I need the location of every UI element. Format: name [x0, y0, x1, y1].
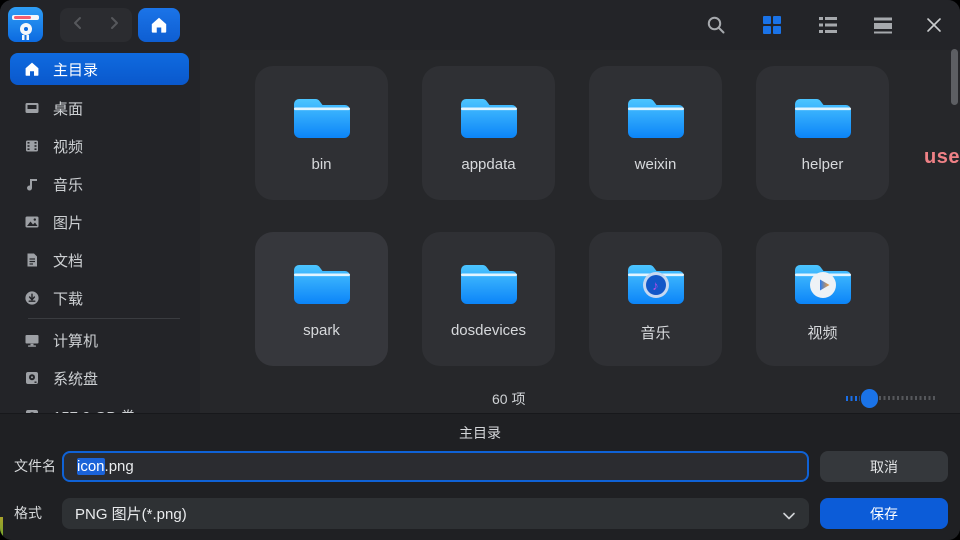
folder-icon	[291, 93, 353, 143]
watermark-use-text: use	[924, 146, 960, 169]
titlebar	[0, 0, 960, 50]
sidebar-item-desktop[interactable]: 桌面	[10, 92, 189, 124]
forward-icon[interactable]	[104, 13, 124, 38]
video-icon	[23, 138, 40, 155]
file-tile-appdata[interactable]: appdata	[422, 66, 555, 200]
file-grid: bin appdata weixin helper spark	[255, 66, 889, 366]
sidebar-item-label: 计算机	[53, 330, 98, 351]
nav-history-group	[60, 8, 132, 42]
file-tile-video-folder[interactable]: 视频	[756, 232, 889, 366]
file-name: weixin	[635, 156, 677, 173]
sidebar-item-label: 系统盘	[53, 368, 98, 389]
file-tile-helper[interactable]: helper	[756, 66, 889, 200]
file-tile-weixin[interactable]: weixin	[589, 66, 722, 200]
filename-selected-text: icon	[77, 458, 105, 475]
folder-icon	[792, 93, 854, 143]
home-icon	[150, 16, 168, 34]
format-label: 格式	[14, 498, 42, 529]
folder-icon	[458, 93, 520, 143]
file-tile-bin[interactable]: bin	[255, 66, 388, 200]
file-name: bin	[311, 156, 331, 173]
video-folder-icon	[792, 259, 854, 309]
sidebar-item-music[interactable]: 音乐	[10, 168, 189, 200]
filename-input[interactable]: icon.png	[62, 451, 809, 482]
sidebar-item-label: 文档	[53, 250, 83, 271]
picture-icon	[23, 214, 40, 231]
file-tile-dosdevices[interactable]: dosdevices	[422, 232, 555, 366]
document-icon	[23, 252, 40, 269]
computer-icon	[23, 332, 40, 349]
detail-view-icon[interactable]	[873, 15, 893, 35]
file-save-dialog-window: 主目录 桌面 视频 音乐 图片 文档 下载 计算机	[0, 0, 960, 540]
play-badge-icon	[810, 272, 836, 298]
sidebar-item-label: 157.9 GB 卷	[53, 406, 136, 414]
file-name: spark	[303, 322, 340, 339]
sidebar-divider	[28, 318, 180, 319]
sidebar-item-home[interactable]: 主目录	[10, 53, 189, 85]
scrollbar-thumb[interactable]	[951, 49, 958, 105]
filename-label: 文件名	[14, 451, 56, 482]
cancel-button[interactable]: 取消	[820, 451, 948, 482]
sidebar-item-system-disk[interactable]: 系统盘	[10, 362, 189, 394]
file-name: 视频	[807, 322, 837, 343]
disk-icon	[23, 370, 40, 387]
item-count-label: 60 项	[492, 389, 525, 409]
icon-size-slider[interactable]	[846, 388, 938, 408]
app-icon-band	[12, 15, 39, 20]
save-dialog-footer: 主目录 文件名 icon.png 取消 格式 PNG 图片(*.png) 保存	[0, 413, 960, 540]
filename-extension-text: .png	[105, 458, 134, 475]
search-icon[interactable]	[706, 15, 726, 35]
file-name: dosdevices	[451, 322, 526, 339]
sidebar-item-videos[interactable]: 视频	[10, 130, 189, 162]
format-value: PNG 图片(*.png)	[75, 503, 187, 524]
file-tile-music-folder[interactable]: ♪ 音乐	[589, 232, 722, 366]
sidebar-item-label: 视频	[53, 136, 83, 157]
file-name: 音乐	[640, 322, 670, 343]
slider-handle[interactable]	[861, 389, 878, 408]
home-icon	[23, 61, 40, 78]
desktop-icon	[23, 100, 40, 117]
chevron-down-icon	[782, 508, 796, 525]
folder-icon	[625, 93, 687, 143]
sidebar-item-downloads[interactable]: 下载	[10, 282, 189, 314]
slider-track-active	[846, 396, 860, 401]
sidebar-item-label: 图片	[53, 212, 83, 233]
close-icon[interactable]	[924, 15, 944, 35]
sidebar-item-label: 下载	[53, 288, 83, 309]
back-icon[interactable]	[68, 13, 88, 38]
music-icon	[23, 176, 40, 193]
watermark-artifact	[0, 517, 3, 536]
sidebar-item-volume[interactable]: 157.9 GB 卷	[10, 400, 189, 413]
list-view-icon[interactable]	[818, 15, 838, 35]
music-folder-icon: ♪	[625, 259, 687, 309]
format-select[interactable]: PNG 图片(*.png)	[62, 498, 809, 529]
sidebar: 主目录 桌面 视频 音乐 图片 文档 下载 计算机	[0, 50, 200, 413]
home-button[interactable]	[138, 8, 180, 42]
slider-track	[879, 396, 936, 400]
sidebar-item-documents[interactable]: 文档	[10, 244, 189, 276]
file-name: helper	[802, 156, 844, 173]
folder-icon	[291, 259, 353, 309]
folder-icon	[458, 259, 520, 309]
sidebar-item-pictures[interactable]: 图片	[10, 206, 189, 238]
music-note-badge-icon: ♪	[643, 272, 669, 298]
sidebar-item-label: 音乐	[53, 174, 83, 195]
file-manager-app-icon	[8, 7, 43, 42]
app-icon-medal	[20, 23, 32, 35]
grid-view-icon[interactable]	[762, 15, 782, 35]
file-name: appdata	[461, 156, 515, 173]
app-icon-ribbon	[22, 35, 29, 40]
current-location-label: 主目录	[0, 423, 960, 443]
sidebar-item-computer[interactable]: 计算机	[10, 324, 189, 356]
sidebar-item-label: 主目录	[53, 59, 98, 80]
download-icon	[23, 290, 40, 307]
sidebar-item-label: 桌面	[53, 98, 83, 119]
save-button[interactable]: 保存	[820, 498, 948, 529]
file-tile-spark[interactable]: spark	[255, 232, 388, 366]
